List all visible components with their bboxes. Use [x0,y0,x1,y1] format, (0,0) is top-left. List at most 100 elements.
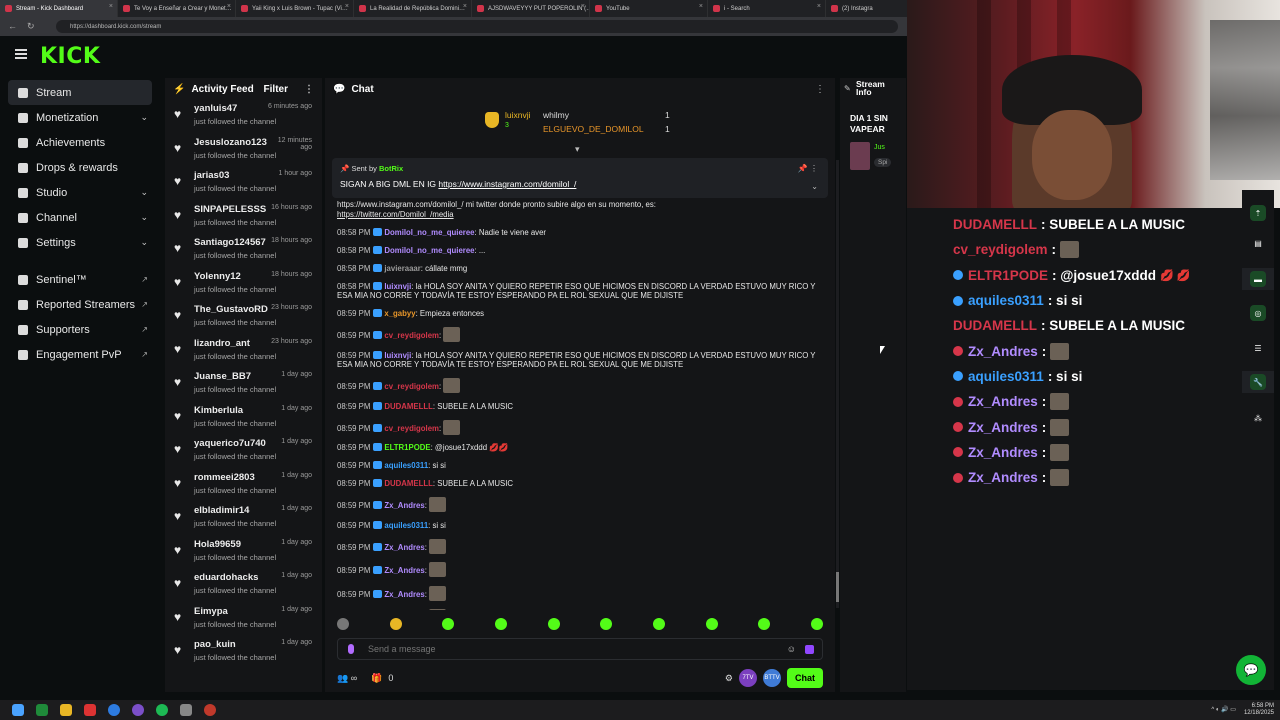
expand-pinned-icon[interactable]: ⌄ [811,182,818,191]
chat-users-icon[interactable]: 👥 ∞ [337,673,357,684]
chat-tool-icon[interactable]: ▬ [1250,271,1266,287]
quick-emote[interactable] [389,618,402,630]
quick-emote[interactable] [442,618,455,630]
category-thumbnail[interactable] [850,142,870,170]
reload-icon[interactable]: ↻ [27,21,35,32]
close-tab-icon[interactable]: × [227,3,231,10]
edge-browser-icon[interactable] [108,704,120,716]
leaderboard-third-user[interactable]: ELGUEVO_DE_DOMILOL [543,124,644,134]
kick-emote-icon[interactable] [805,645,814,654]
layers-icon[interactable]: ☰ [1250,340,1266,356]
7tv-badge[interactable]: 7TV [739,669,757,687]
message-username[interactable]: aquiles0311 [384,521,428,530]
browser-tab[interactable]: AJSDWAVEYYY PUT POPEROLIN (… × [472,0,590,17]
browser-tab[interactable]: Te Voy a Enseñar a Crear y Monet… × [118,0,236,17]
sidebar-item-sentinel-[interactable]: Sentinel™ ↗ [0,267,160,292]
message-username[interactable]: Domilol_no_me_quieree [384,246,474,255]
bttv-badge[interactable]: BTTV [763,669,781,687]
message-username[interactable]: aquiles0311 [384,461,428,470]
app-icon[interactable] [132,704,144,716]
app-icon[interactable] [180,704,192,716]
close-tab-icon[interactable]: × [109,3,113,10]
app-icon[interactable] [84,704,96,716]
message-username[interactable]: cv_reydigolem [384,382,439,391]
arrow-up-icon[interactable]: ⇡ [1250,205,1266,221]
spotify-icon[interactable] [156,704,168,716]
browser-tab[interactable]: i - Search × [708,0,826,17]
sidebar-item-supporters[interactable]: Supporters ↗ [0,317,160,342]
chat-scroll-thumb[interactable] [836,572,839,602]
browser-tab[interactable]: La Realidad de República Domini… × [354,0,472,17]
quick-emote[interactable] [652,618,665,630]
message-username[interactable]: Zx_Andres [384,590,424,599]
category-name[interactable]: Jus [874,144,885,151]
tray-icons[interactable]: ^ ◐ 🔊 ▭ [1211,707,1236,714]
document-icon[interactable]: ▤ [1250,235,1266,251]
close-tab-icon[interactable]: × [463,3,467,10]
browser-tab[interactable]: Stream - Kick Dashboard × [0,0,118,17]
back-icon[interactable]: ← [8,21,17,32]
sidebar-item-reported-streamers[interactable]: Reported Streamers ↗ [0,292,160,317]
leaderboard-first-user[interactable]: luixnvji [505,110,531,120]
message-username[interactable]: Domilol_no_me_quieree [384,228,474,237]
help-chat-button[interactable]: 💬 [1236,655,1266,685]
folder-icon[interactable] [60,704,72,716]
microphone-icon[interactable] [348,644,354,654]
message-username[interactable]: luixnvji [384,282,411,291]
message-username[interactable]: DUDAMELLL [384,479,433,488]
chat-scrollbar[interactable] [836,160,839,608]
message-username[interactable]: DUDAMELLL [384,402,433,411]
more-options-icon[interactable]: ⋮ [304,84,314,95]
windows-start-icon[interactable] [12,704,24,716]
emoji-picker-icon[interactable]: ☺ [787,644,796,654]
pinned-sender[interactable]: BotRix [379,164,403,173]
quick-emote[interactable] [600,618,613,630]
quick-emote[interactable] [337,618,349,630]
sidebar-item-engagement-pvp[interactable]: Engagement PvP ↗ [0,342,160,367]
obs-icon[interactable] [204,704,216,716]
close-tab-icon[interactable]: × [699,3,703,10]
sidebar-item-achievements[interactable]: Achievements [0,130,160,155]
filter-button[interactable]: Filter [264,84,288,95]
quick-emote[interactable] [494,618,507,630]
sidebar-item-channel[interactable]: Channel ⌄ [0,205,160,230]
browser-tab[interactable]: YouTube × [590,0,708,17]
sidebar-item-monetization[interactable]: Monetization ⌄ [0,105,160,130]
wrench-icon[interactable]: 🔧 [1250,374,1266,390]
message-username[interactable]: javieraaar [384,264,420,273]
pencil-icon[interactable]: ✎ [844,84,851,93]
nodes-icon[interactable]: ⁂ [1250,410,1266,426]
sidebar-item-studio[interactable]: Studio ⌄ [0,180,160,205]
kick-logo[interactable]: KICK [40,44,100,69]
sidebar-item-settings[interactable]: Settings ⌄ [0,230,160,255]
message-link[interactable]: https://twitter.com/Domilol_/media [337,210,454,219]
quick-emote[interactable] [547,618,560,630]
quick-emote[interactable] [705,618,718,630]
url-field[interactable]: https://dashboard.kick.com/stream [56,20,898,33]
sidebar-item-stream[interactable]: Stream [8,80,152,105]
app-icon[interactable] [36,704,48,716]
close-tab-icon[interactable]: × [817,3,821,10]
message-username[interactable]: x_gabyy [384,309,415,318]
broadcast-icon[interactable]: ◎ [1250,305,1266,321]
settings-gear-icon[interactable]: ⚙ [725,673,733,684]
leaderboard-second-user[interactable]: whilmy [543,110,569,120]
menu-icon[interactable] [15,49,27,59]
message-username[interactable]: luixnvji [384,351,411,360]
close-tab-icon[interactable]: × [581,3,585,10]
collapse-leaderboard-icon[interactable]: ▾ [575,144,580,155]
message-username[interactable]: Zx_Andres [384,566,424,575]
message-username[interactable]: Zx_Andres [384,543,424,552]
unpin-icon[interactable]: 📌 ⋮ [798,164,818,173]
close-tab-icon[interactable]: × [345,3,349,10]
sidebar-item-drops-rewards[interactable]: Drops & rewards [0,155,160,180]
message-username[interactable]: cv_reydigolem [384,331,439,340]
chat-options-icon[interactable]: ⋮ [815,84,825,95]
message-username[interactable]: cv_reydigolem [384,424,439,433]
quick-emote[interactable] [810,618,823,630]
browser-tab[interactable]: Yaii King x Luis Brown - Tupac (Vi… × [236,0,354,17]
message-username[interactable]: ELTR1PODE [384,443,430,452]
pinned-link[interactable]: https://www.instagram.com/domilol_/ [438,179,576,189]
send-chat-button[interactable]: Chat [787,668,823,688]
message-username[interactable]: Zx_Andres [384,501,424,510]
